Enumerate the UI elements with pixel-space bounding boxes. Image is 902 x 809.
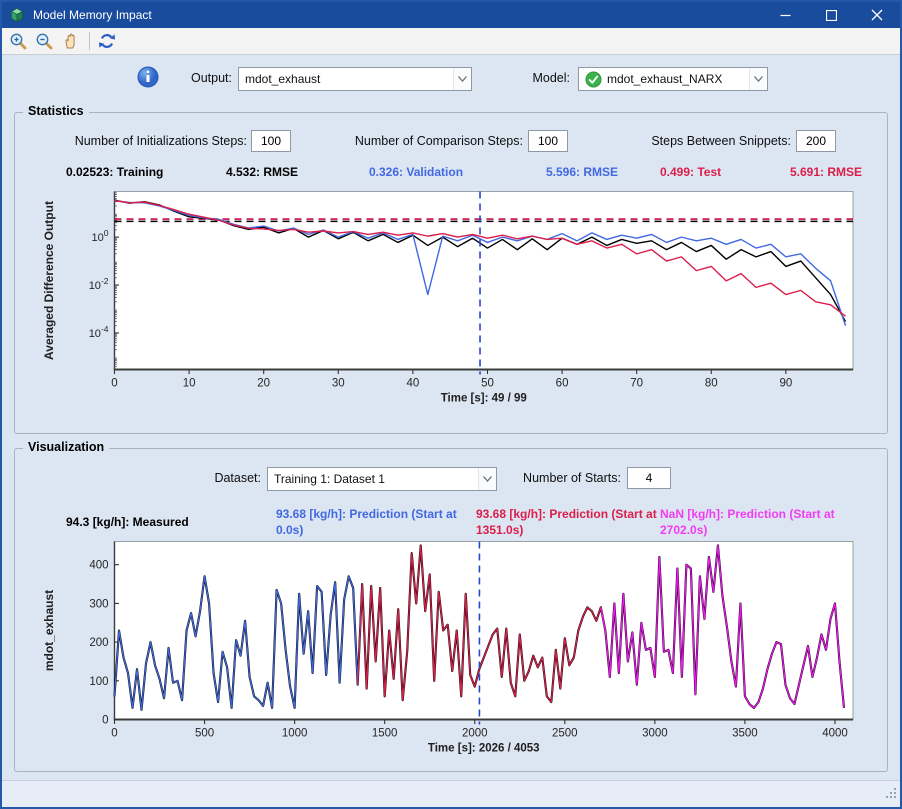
status-bar [2, 780, 900, 807]
visualization-panel: Visualization Dataset: Training 1: Datas… [14, 448, 888, 772]
prediction2-legend: 93.68 [kg/h]: Prediction (Start at 1351.… [476, 507, 666, 538]
test-value-label: 0.499: Test [660, 165, 721, 179]
svg-text:70: 70 [630, 378, 643, 390]
svg-text:100: 100 [89, 676, 108, 688]
training-value-label: 0.02523: Training [66, 165, 163, 179]
chevron-down-icon [749, 68, 767, 90]
window-title: Model Memory Impact [33, 8, 762, 22]
toolbar [2, 28, 900, 55]
prediction3-legend: NaN [kg/h]: Prediction (Start at 2702.0s… [660, 507, 850, 538]
svg-text:300: 300 [89, 598, 108, 610]
svg-text:Time [s]: 2026 / 4053: Time [s]: 2026 / 4053 [428, 743, 540, 755]
validation-value-label: 0.326: Validation [369, 165, 463, 179]
svg-text:10-4: 10-4 [89, 324, 109, 340]
minimize-button[interactable] [762, 2, 808, 28]
close-icon [871, 9, 883, 21]
svg-text:3500: 3500 [732, 728, 758, 740]
svg-text:20: 20 [257, 378, 270, 390]
svg-text:10: 10 [183, 378, 196, 390]
measured-legend: 94.3 [kg/h]: Measured [66, 515, 256, 531]
starts-input[interactable] [627, 467, 671, 489]
snippet-steps-label: Steps Between Snippets: [615, 134, 791, 148]
svg-text:2500: 2500 [552, 728, 578, 740]
dataset-combobox-value: Training 1: Dataset 1 [274, 472, 478, 486]
model-label: Model: [495, 71, 570, 85]
comparison-steps-label: Number of Comparison Steps: [315, 134, 523, 148]
svg-text:Time [s]: 49 / 99: Time [s]: 49 / 99 [441, 393, 527, 405]
statistics-panel-title: Statistics [23, 104, 89, 118]
comparison-steps-input[interactable] [528, 130, 568, 152]
svg-text:mdot_exhaust: mdot_exhaust [42, 590, 56, 671]
statistics-chart[interactable]: 100 10-2 10-4 0 10 20 30 40 50 60 70 80 90 Time [s]: … [15, 191, 887, 429]
zoom-out-icon [35, 32, 53, 50]
training-rmse-label: 4.532: RMSE [226, 165, 298, 179]
resize-grip-icon[interactable] [885, 786, 897, 804]
app-cube-icon [9, 7, 25, 23]
pan-icon [61, 32, 79, 50]
zoom-in-icon [9, 32, 27, 50]
refresh-button[interactable] [95, 30, 119, 52]
svg-text:1500: 1500 [372, 728, 398, 740]
refresh-icon [98, 32, 116, 50]
dataset-combobox[interactable]: Training 1: Dataset 1 [267, 467, 497, 491]
init-steps-input[interactable] [251, 130, 291, 152]
output-combobox-value: mdot_exhaust [245, 72, 453, 86]
svg-text:30: 30 [332, 378, 345, 390]
svg-text:100: 100 [92, 228, 109, 244]
svg-text:1000: 1000 [282, 728, 308, 740]
green-check-icon [585, 71, 602, 88]
chevron-down-icon [453, 68, 471, 90]
svg-text:0: 0 [102, 715, 108, 727]
starts-label: Number of Starts: [475, 471, 621, 485]
snippet-steps-input[interactable] [796, 130, 836, 152]
svg-text:50: 50 [481, 378, 494, 390]
statistics-panel: Statistics Number of Initializations Ste… [14, 112, 888, 434]
titlebar: Model Memory Impact [2, 2, 900, 28]
output-combobox[interactable]: mdot_exhaust [238, 67, 472, 91]
dataset-label: Dataset: [115, 471, 261, 485]
svg-text:500: 500 [195, 728, 214, 740]
init-steps-label: Number of Initializations Steps: [25, 134, 247, 148]
prediction1-legend: 93.68 [kg/h]: Prediction (Start at 0.0s) [276, 507, 466, 538]
test-rmse-label: 5.691: RMSE [790, 165, 862, 179]
model-combobox-value: mdot_exhaust_NARX [607, 72, 749, 86]
close-button[interactable] [854, 2, 900, 28]
output-label: Output: [142, 71, 232, 85]
svg-text:10-2: 10-2 [89, 276, 109, 292]
maximize-icon [826, 10, 837, 21]
svg-text:Averaged Difference Output: Averaged Difference Output [42, 201, 56, 360]
visualization-chart[interactable]: 0100200300400050010001500200025003000350… [15, 541, 887, 767]
content-area: Output: mdot_exhaust Model: mdot_exhaust… [2, 55, 900, 781]
svg-text:3000: 3000 [642, 728, 668, 740]
svg-text:400: 400 [89, 560, 108, 572]
validation-rmse-label: 5.596: RMSE [546, 165, 618, 179]
svg-text:40: 40 [406, 378, 419, 390]
svg-text:2000: 2000 [462, 728, 488, 740]
svg-text:4000: 4000 [822, 728, 848, 740]
maximize-button[interactable] [808, 2, 854, 28]
zoom-out-button[interactable] [32, 30, 56, 52]
svg-text:0: 0 [111, 378, 117, 390]
svg-text:200: 200 [89, 637, 108, 649]
svg-text:90: 90 [779, 378, 792, 390]
zoom-in-button[interactable] [6, 30, 30, 52]
visualization-panel-title: Visualization [23, 440, 109, 454]
model-combobox[interactable]: mdot_exhaust_NARX [578, 67, 768, 91]
pan-button[interactable] [58, 30, 82, 52]
svg-text:60: 60 [556, 378, 569, 390]
minimize-icon [780, 10, 791, 21]
app-window: Model Memory Impact [0, 0, 902, 809]
svg-text:80: 80 [705, 378, 718, 390]
svg-text:0: 0 [111, 728, 117, 740]
toolbar-separator [89, 32, 90, 50]
